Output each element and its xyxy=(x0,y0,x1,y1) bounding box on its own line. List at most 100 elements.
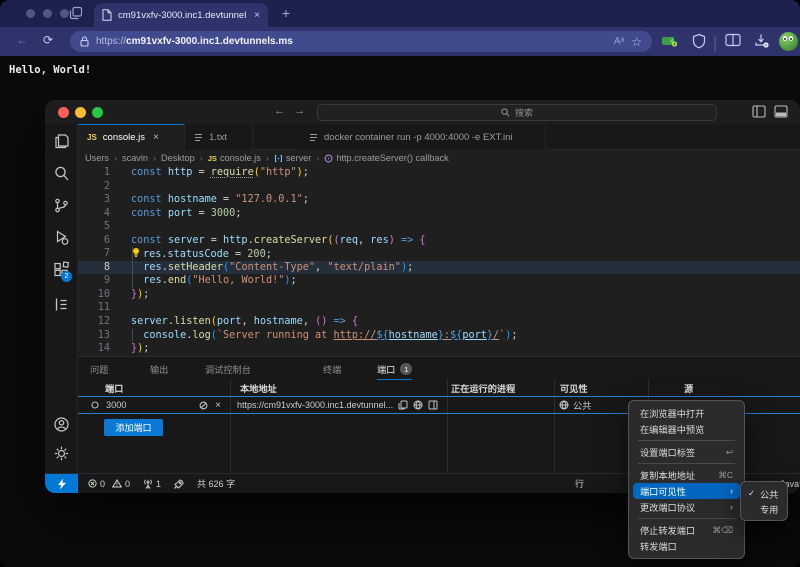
stop-forwarding-icon[interactable] xyxy=(199,401,208,410)
lightbulb-hint[interactable] xyxy=(131,247,143,258)
extensions-badge: 2 xyxy=(61,271,72,282)
breadcrumb-item[interactable]: server xyxy=(274,153,311,163)
address-bar[interactable]: https://cm91vxfv-3000.inc1.devtunnels.ms… xyxy=(70,31,652,52)
tab-console-js[interactable]: JS console.js × xyxy=(78,124,185,150)
ports-status[interactable]: 1 xyxy=(143,479,161,489)
account-icon[interactable] xyxy=(53,416,70,433)
command-center-search[interactable]: 搜索 xyxy=(317,103,717,121)
panel-tab-1[interactable]: 问题 xyxy=(90,362,108,376)
panel-tab-4[interactable]: 终端 xyxy=(323,362,341,376)
breadcrumb-item[interactable]: scavin xyxy=(122,153,148,163)
settings-gear-icon[interactable] xyxy=(53,445,70,462)
vscode-zoom-button[interactable] xyxy=(92,106,103,118)
lightbulb-icon[interactable] xyxy=(131,247,141,258)
tab-1-txt[interactable]: 1.txt xyxy=(185,124,253,150)
editor-forward-icon[interactable]: → xyxy=(294,105,305,117)
editor-back-icon[interactable]: ← xyxy=(274,105,285,117)
explorer-icon[interactable] xyxy=(53,133,70,150)
toggle-sidebar-icon[interactable] xyxy=(752,105,766,118)
read-aloud-icon[interactable]: Aᵃ xyxy=(614,36,624,47)
menu-item-3[interactable]: 设置端口标签 ↩ xyxy=(633,444,740,460)
code-line[interactable]: 4 const port = 3000; xyxy=(78,207,800,221)
cursor-position[interactable]: 行 xyxy=(575,474,584,493)
launch-status[interactable] xyxy=(174,478,184,489)
code-token: hostname xyxy=(388,329,438,341)
submenu-item-1[interactable]: ✓ 公共 xyxy=(744,486,784,501)
code-line[interactable]: 8 res.setHeader("Content-Type", "text/pl… xyxy=(78,260,800,275)
submenu-item-2[interactable]: 专用 xyxy=(744,501,784,516)
code-line[interactable]: 14}); xyxy=(78,342,800,356)
word-count[interactable]: 共 626 字 xyxy=(197,477,235,490)
url-text: https://cm91vxfv-3000.inc1.devtunnels.ms xyxy=(96,36,293,47)
vscode-close-button[interactable] xyxy=(58,106,69,118)
code-editor[interactable]: 1 const http = require("http"); 2 3 const ho… xyxy=(78,166,800,356)
vscode-titlebar[interactable]: ← → 搜索 xyxy=(45,100,800,124)
split-screen-icon[interactable] xyxy=(725,33,741,47)
vscode-minimize-button[interactable] xyxy=(75,106,86,118)
back-icon[interactable]: ← xyxy=(16,33,28,47)
source-control-icon[interactable] xyxy=(53,197,70,214)
toggle-panel-icon[interactable] xyxy=(774,105,788,118)
code-token: res xyxy=(143,275,162,287)
menu-item-8[interactable]: 转发端口 xyxy=(633,538,740,554)
activity-bar: 2 xyxy=(45,124,78,473)
code-line[interactable]: 5 xyxy=(78,220,800,234)
menu-item-label: 端口可见性 xyxy=(640,487,686,497)
code-line[interactable]: 2 xyxy=(78,180,800,194)
outline-list-icon[interactable] xyxy=(53,296,70,313)
code-token: ; xyxy=(143,288,150,300)
search-sidebar-icon[interactable] xyxy=(53,165,70,182)
new-tab-button[interactable]: + xyxy=(276,3,296,23)
favorite-star-icon[interactable]: ☆ xyxy=(631,35,642,49)
browser-minimize-button[interactable] xyxy=(43,9,52,18)
downloads-icon[interactable] xyxy=(754,33,770,49)
open-browser-icon[interactable] xyxy=(413,400,423,410)
tab-close-icon[interactable]: × xyxy=(254,10,260,21)
menu-item-7[interactable]: 停止转发端口 ⌘⌫ xyxy=(633,522,740,538)
code-line[interactable]: 9 res.end("Hello, World!"); xyxy=(78,274,800,288)
code-line[interactable]: 1 const http = require("http"); xyxy=(78,166,800,180)
code-line[interactable]: 11 xyxy=(78,301,800,315)
browser-tab[interactable]: cm91vxfv-3000.inc1.devtunnel × xyxy=(94,3,268,27)
menu-item-6[interactable]: 更改端口协议 › xyxy=(633,499,740,515)
problems-status[interactable]: 0 0 xyxy=(88,479,130,489)
menu-shortcut: ⌘⌫ xyxy=(712,524,733,535)
forwarded-address[interactable]: https://cm91vxfv-3000.inc1.devtunnel... xyxy=(237,400,393,410)
panel-tab-5[interactable]: 端口 1 xyxy=(377,362,413,380)
menu-item-5[interactable]: 端口可见性 › xyxy=(633,483,740,499)
breadcrumb-item[interactable]: Users xyxy=(85,153,109,163)
browser-essentials-icon[interactable] xyxy=(692,33,706,49)
tab-docker[interactable]: docker container run -p 4000:4000 -e EXT… xyxy=(300,124,546,150)
code-line[interactable]: 7 res.statusCode = 200; xyxy=(78,247,800,261)
breadcrumb[interactable]: Users › scavin › Desktop › JS console.js › server… xyxy=(78,150,800,166)
menu-separator xyxy=(638,463,735,464)
panel-tab-2[interactable]: 输出 xyxy=(150,362,168,376)
code-token: ; xyxy=(511,329,518,341)
code-line[interactable]: 10}); xyxy=(78,288,800,302)
breadcrumb-item[interactable]: Desktop xyxy=(161,153,195,163)
extension-icon[interactable] xyxy=(661,34,677,48)
menu-item-2[interactable]: 在编辑器中预览 xyxy=(633,421,740,437)
tab-close-icon[interactable]: × xyxy=(153,132,159,143)
close-port-icon[interactable]: × xyxy=(215,400,221,411)
code-line[interactable]: 3 const hostname = "127.0.0.1"; xyxy=(78,193,800,207)
breadcrumb-item[interactable]: http.createServer() callback xyxy=(324,153,449,163)
refresh-icon[interactable]: ⟳ xyxy=(43,33,53,47)
run-debug-icon[interactable] xyxy=(53,229,70,246)
breadcrumb-item[interactable]: JS console.js xyxy=(208,153,261,163)
code-line[interactable]: 12 server.listen(port, hostname, () => { xyxy=(78,315,800,329)
copy-address-icon[interactable] xyxy=(398,400,408,410)
code-line[interactable]: 13 console.log(`Server running at http:/… xyxy=(78,328,800,343)
menu-item-4[interactable]: 复制本地地址 ⌘C xyxy=(633,467,740,483)
browser-zoom-button[interactable] xyxy=(60,9,69,18)
preview-editor-icon[interactable] xyxy=(428,400,438,410)
remote-indicator[interactable] xyxy=(45,474,78,493)
profile-avatar[interactable] xyxy=(779,32,798,51)
code-token: http:// xyxy=(333,329,377,341)
add-port-button[interactable]: 添加端口 xyxy=(104,419,163,436)
panel-tab-3[interactable]: 调试控制台 xyxy=(205,362,251,376)
menu-item-1[interactable]: 在浏览器中打开 xyxy=(633,405,740,421)
browser-close-button[interactable] xyxy=(26,9,35,18)
workspaces-icon[interactable] xyxy=(69,6,83,20)
code-line[interactable]: 6 const server = http.createServer((req, … xyxy=(78,234,800,248)
